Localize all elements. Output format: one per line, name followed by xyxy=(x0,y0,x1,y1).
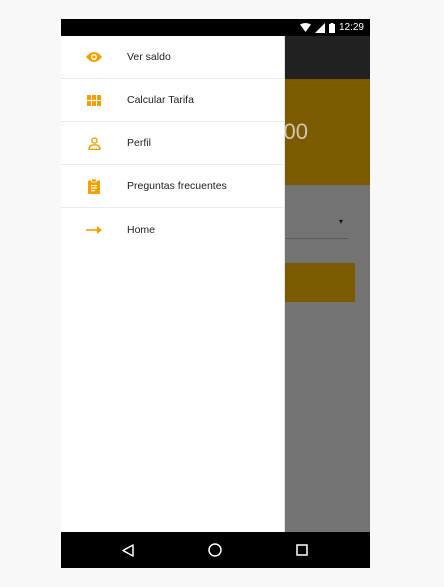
drawer-item-label: Home xyxy=(127,223,156,236)
recents-icon xyxy=(296,544,308,556)
signal-icon xyxy=(314,22,325,33)
drawer-item-label: Calcular Tarifa xyxy=(127,94,194,106)
navigation-drawer: Ver saldo Calcular Tarifa Perfil Pregunt… xyxy=(61,36,285,532)
drawer-item-home[interactable]: Home xyxy=(61,208,285,251)
recents-button[interactable] xyxy=(282,532,322,568)
select-underline xyxy=(286,238,348,239)
home-icon xyxy=(208,543,222,557)
eye-icon xyxy=(86,49,102,65)
home-button[interactable] xyxy=(195,532,235,568)
select-arrow[interactable]: ▾ xyxy=(339,217,343,226)
status-icons: 12:29 xyxy=(299,21,364,34)
wifi-icon xyxy=(299,23,311,32)
clipboard-icon xyxy=(86,178,102,194)
phone-screen: 12:29 00 ▾ Ver saldo Calcular Tarifa Per… xyxy=(61,19,370,568)
person-icon xyxy=(86,135,102,151)
drawer-item-preguntas-frecuentes[interactable]: Preguntas frecuentes xyxy=(61,165,285,208)
app-button[interactable] xyxy=(285,263,355,302)
back-icon xyxy=(122,543,134,557)
drawer-item-label: Perfil xyxy=(127,137,151,149)
grid-icon xyxy=(86,92,102,108)
drawer-item-label: Preguntas frecuentes xyxy=(127,180,227,192)
status-time: 12:29 xyxy=(338,22,364,33)
drawer-item-ver-saldo[interactable]: Ver saldo xyxy=(61,36,285,79)
battery-icon xyxy=(328,22,335,33)
system-nav-bar xyxy=(61,532,370,568)
back-button[interactable] xyxy=(108,532,148,568)
drawer-item-label: Ver saldo xyxy=(127,51,171,63)
drawer-item-perfil[interactable]: Perfil xyxy=(61,122,285,165)
drawer-item-calcular-tarifa[interactable]: Calcular Tarifa xyxy=(61,79,285,122)
status-bar: 12:29 xyxy=(61,19,370,36)
arrow-right-icon xyxy=(86,222,102,238)
banner-text: 00 xyxy=(283,119,308,144)
